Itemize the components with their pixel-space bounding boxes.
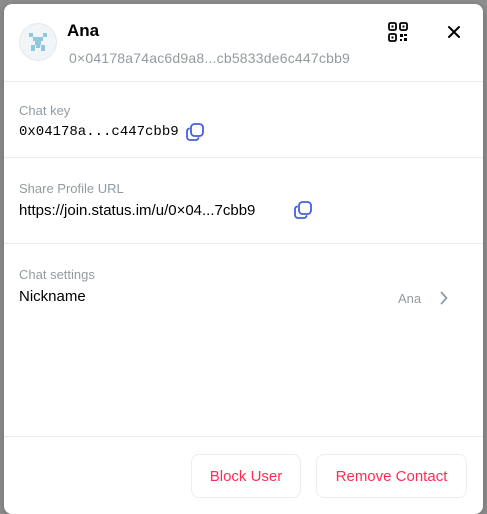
copy-chat-key-icon[interactable] — [184, 121, 206, 143]
popup-footer: Block User Remove Contact — [4, 437, 483, 514]
share-url-value: https://join.status.im/u/0×04...7cbb9 — [19, 202, 256, 219]
chat-settings-section: Chat settings Nickname Ana — [4, 244, 483, 437]
close-icon[interactable] — [444, 22, 464, 42]
profile-name: Ana — [67, 21, 100, 40]
copy-share-url-icon[interactable] — [292, 199, 314, 221]
chevron-right-icon — [438, 290, 450, 306]
nickname-value: Ana — [398, 291, 422, 306]
chat-settings-label: Chat settings — [19, 267, 95, 282]
profile-public-key: 0×04178a74ac6d9a8...cb5833de6c447cbb9 — [69, 50, 351, 66]
share-url-label: Share Profile URL — [19, 181, 124, 196]
block-user-button[interactable]: Block User — [191, 454, 301, 498]
chat-key-value: 0x04178a...c447cbb9 — [19, 124, 179, 140]
chat-key-section: Chat key 0x04178a...c447cbb9 — [4, 82, 483, 158]
nickname-label: Nickname — [19, 288, 86, 305]
nickname-row[interactable]: Nickname Ana — [4, 282, 483, 312]
share-url-section: Share Profile URL https://join.status.im… — [4, 158, 483, 244]
avatar — [19, 23, 57, 61]
identicon-icon — [29, 33, 47, 51]
profile-header: Ana 0×04178a74ac6d9a8...cb5833de6c447cbb… — [4, 4, 483, 82]
remove-contact-button[interactable]: Remove Contact — [316, 454, 467, 498]
qr-code-icon[interactable] — [387, 21, 409, 43]
profile-popup: Ana 0×04178a74ac6d9a8...cb5833de6c447cbb… — [4, 4, 483, 514]
chat-key-label: Chat key — [19, 103, 71, 118]
